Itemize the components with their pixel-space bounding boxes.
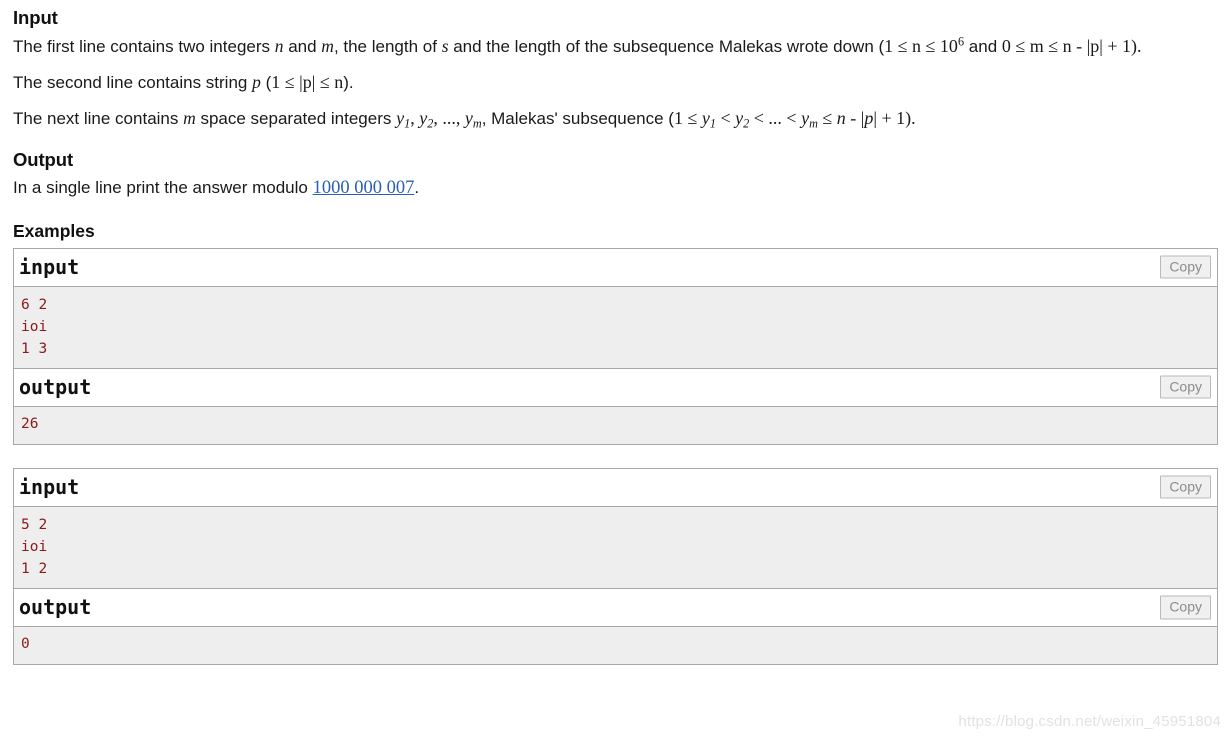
var-p: p [252,72,261,93]
input-section-heading: Input [13,7,58,28]
math-ym-sub: m [809,116,818,131]
sample-group-2: input Copy 5 2 ioi 1 2 output Copy 0 [13,467,1218,666]
math-n-range: 1 ≤ n ≤ 106 [884,35,964,57]
input-p2-text-c: ). [343,73,354,93]
input-paragraph-2: The second line contains string p (1 ≤ |… [13,68,1218,104]
input-p3-text-a: The next line contains [13,109,184,129]
var-m: m [321,36,334,57]
output-title-bar-2: output Copy [14,588,1217,627]
output-content-2[interactable]: 0 [14,626,1217,666]
math-y-range-4: ≤ [817,108,837,129]
problem-statement-page: Input The first line contains two intege… [0,0,1231,666]
math-y2: y [735,108,744,129]
output-title-bar-1: output Copy [14,368,1217,407]
output-text-after: . [414,177,420,197]
seq-sep-2: , ..., [433,108,465,129]
math-n-range-base: 1 ≤ n ≤ 10 [884,36,958,57]
input-label-1: input [19,255,80,280]
input-p3-text-b: space separated integers [195,109,397,129]
math-y1: y [701,108,710,129]
input-p2-text-b: ( [260,73,272,93]
csdn-watermark: https://blog.csdn.net/weixin_45951804 [958,713,1221,730]
input-title-bar-1: input Copy [14,248,1217,287]
input-paragraph-3: The next line contains m space separated… [13,104,1218,141]
sample-tests: input Copy 6 2 ioi 1 3 output Copy 26 in… [13,247,1218,666]
output-text-before: In a single line print the answer modulo [13,177,313,197]
output-paragraph: In a single line print the answer modulo… [13,174,1218,211]
copy-button-output-2[interactable]: Copy [1160,595,1211,620]
output-label-2: output [19,595,92,620]
input-p1-text-b: and [283,37,322,57]
input-p1-text-d: and the length of the subsequence Maleka… [448,37,885,57]
input-p3-text-c: , Malekas' subsequence ( [481,109,674,129]
math-y-sequence: y1, y2, ..., ym [396,108,482,131]
modulo-link[interactable]: 1000 000 007 [313,178,415,198]
var-y1: y [396,108,405,129]
input-p1-text-e: and [964,37,998,57]
input-title-bar-2: input Copy [14,468,1217,507]
input-content-1[interactable]: 6 2 ioi 1 3 [14,286,1217,369]
math-p-range: 1 ≤ |p| ≤ n [271,72,344,93]
sample-group-1: input Copy 6 2 ioi 1 3 output Copy 26 [13,247,1218,445]
input-p1-text-a: The first line contains two integers [13,37,275,57]
math-n-2: n [836,108,846,129]
var-s: s [441,36,449,57]
var-ym-sub: m [472,116,482,131]
input-content-2[interactable]: 5 2 ioi 1 2 [14,506,1217,589]
copy-button-input-2[interactable]: Copy [1160,475,1211,499]
math-y-range-1: 1 ≤ [673,108,702,129]
math-y-range-2: < [715,108,736,129]
output-section-heading: Output [13,148,74,170]
input-label-2: input [19,475,80,500]
math-y-range: 1 ≤ y1 < y2 < ... < ym ≤ n - |p| + 1). [673,108,916,131]
var-m-2: m [183,108,196,129]
input-p1-text-c: , the length of [333,37,442,57]
math-y-range-6: | + 1). [873,108,916,129]
math-y-range-3: < ... < [749,108,802,129]
input-paragraph-1: The first line contains two integers n a… [13,32,1218,68]
copy-button-output-1[interactable]: Copy [1160,375,1211,399]
copy-button-input-1[interactable]: Copy [1160,255,1211,279]
seq-sep-1: , [410,108,420,129]
math-m-range: 0 ≤ m ≤ n - |p| + 1). [1001,36,1142,57]
examples-heading: Examples [13,220,95,241]
output-content-1[interactable]: 26 [14,406,1217,445]
math-y-range-5: - | [845,108,865,129]
input-p2-text-a: The second line contains string [13,73,253,93]
var-ym: y [464,108,473,129]
output-label-1: output [19,375,92,400]
math-ym: y [801,108,810,129]
